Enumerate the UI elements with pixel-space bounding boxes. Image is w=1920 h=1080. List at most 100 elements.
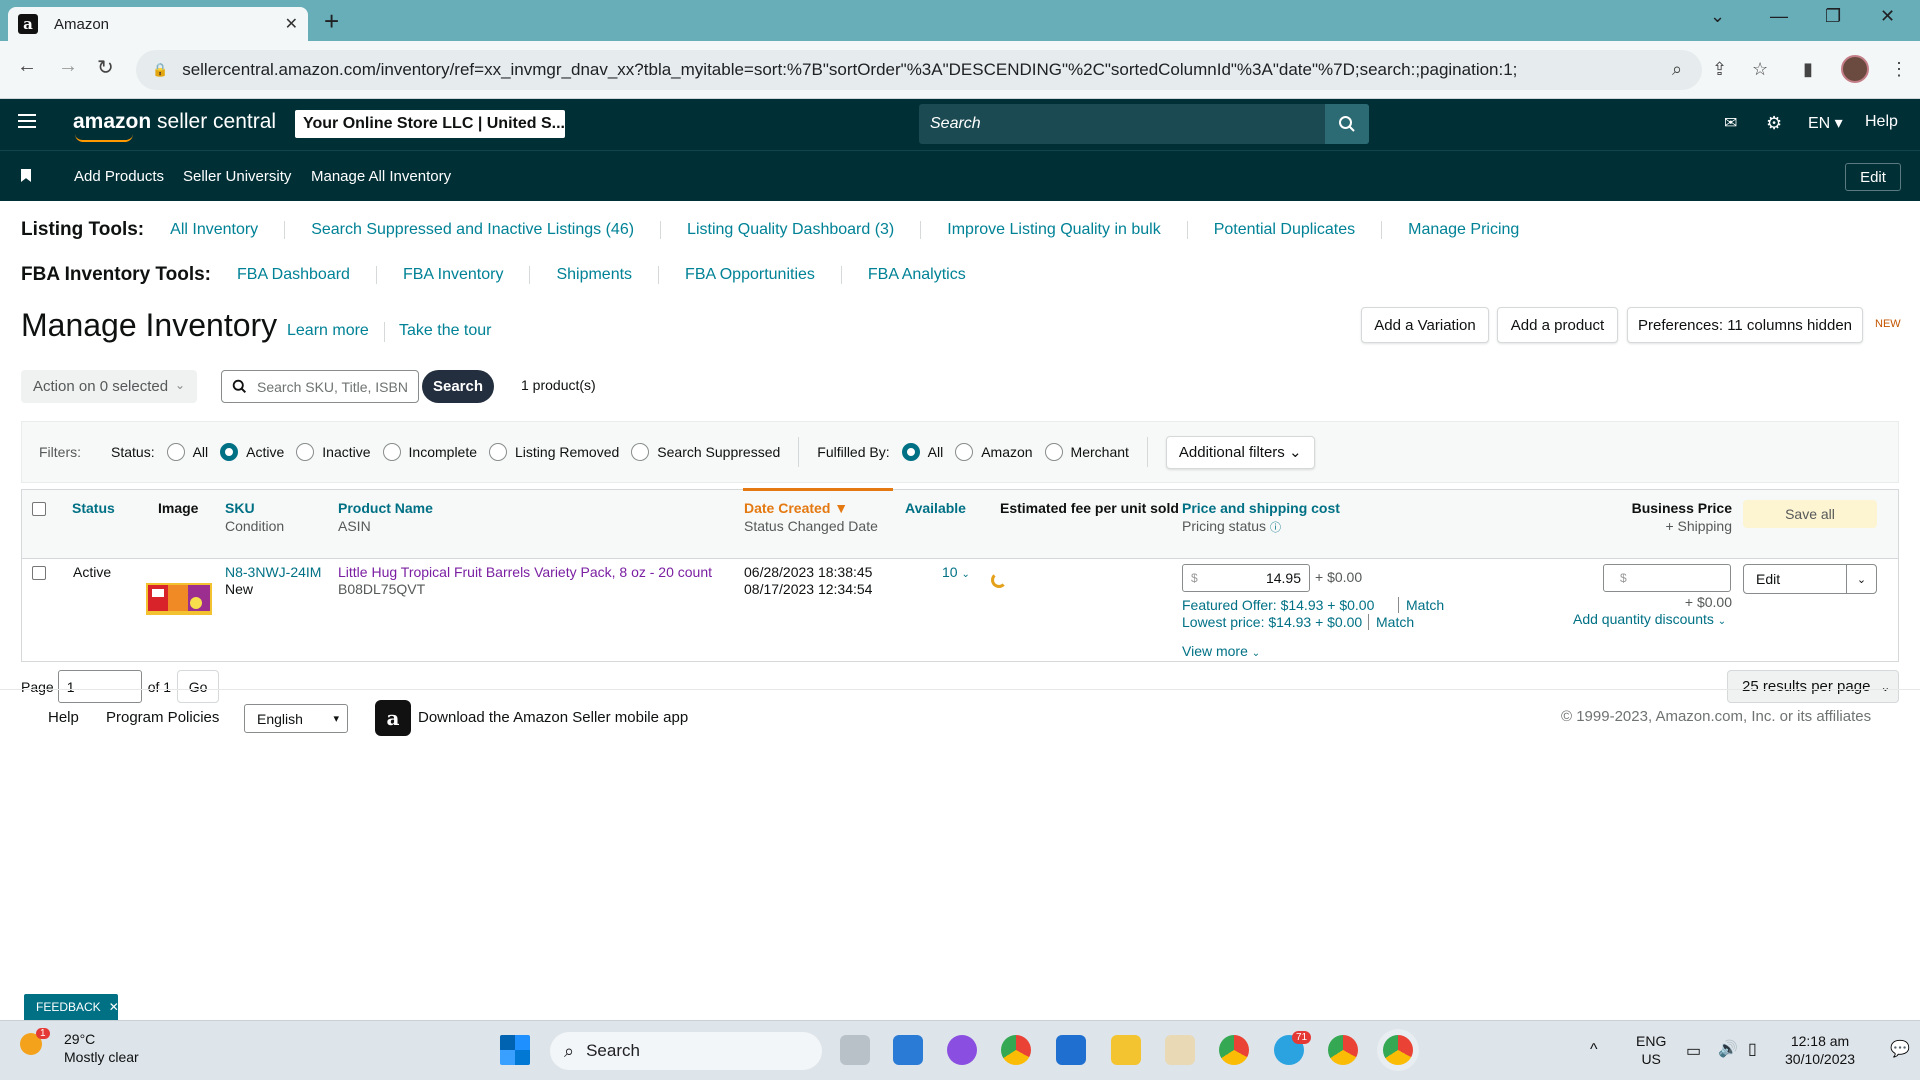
view-more-link[interactable]: View more ⌄ bbox=[1182, 643, 1260, 659]
header-status[interactable]: Status bbox=[72, 500, 115, 516]
app-icon[interactable] bbox=[1165, 1035, 1195, 1065]
link-fba-analytics[interactable]: FBA Analytics bbox=[840, 266, 992, 284]
status-radio-listing-removed[interactable]: Listing Removed bbox=[477, 443, 619, 461]
feedback-button[interactable]: FEEDBACK ✕ bbox=[24, 994, 119, 1020]
tab-search-icon[interactable]: ⌄ bbox=[1710, 6, 1725, 27]
edit-dropdown-chevron-icon[interactable]: ⌄ bbox=[1846, 565, 1876, 593]
status-radio-active[interactable]: Active bbox=[208, 443, 284, 461]
header-price[interactable]: Price and shipping cost Pricing status ⓘ bbox=[1182, 500, 1340, 535]
mail-icon[interactable]: ✉ bbox=[1724, 113, 1737, 133]
edit-button[interactable]: Edit bbox=[1744, 565, 1846, 593]
link-manage-pricing[interactable]: Manage Pricing bbox=[1381, 221, 1545, 239]
file-explorer-icon[interactable] bbox=[1111, 1035, 1141, 1065]
chrome-g-icon[interactable] bbox=[1328, 1035, 1358, 1065]
footer-help-link[interactable]: Help bbox=[48, 709, 79, 726]
bulk-action-select[interactable]: Action on 0 selected ⌄ bbox=[21, 370, 197, 403]
help-link[interactable]: Help bbox=[1865, 113, 1898, 131]
language-selector[interactable]: EN ▾ bbox=[1808, 113, 1843, 133]
minimize-icon[interactable]: — bbox=[1770, 6, 1788, 27]
quantity-discounts-link[interactable]: Add quantity discounts ⌄ bbox=[1573, 611, 1726, 627]
chrome-menu-icon[interactable]: ⋮ bbox=[1890, 59, 1908, 80]
back-icon[interactable]: ← bbox=[17, 55, 37, 78]
status-radio-inactive[interactable]: Inactive bbox=[284, 443, 371, 461]
info-icon[interactable]: ⓘ bbox=[1270, 522, 1281, 534]
battery-icon[interactable]: ▯ bbox=[1748, 1039, 1757, 1059]
link-fba-dashboard[interactable]: FBA Dashboard bbox=[227, 266, 376, 284]
close-icon[interactable]: ✕ bbox=[109, 1000, 119, 1014]
close-tab-icon[interactable]: ✕ bbox=[285, 14, 298, 34]
header-search-button[interactable] bbox=[1325, 104, 1369, 144]
system-clock[interactable]: 12:18 am 30/10/2023 bbox=[1785, 1032, 1855, 1068]
price-input[interactable]: $ 14.95 bbox=[1182, 564, 1310, 592]
hamburger-menu-icon[interactable] bbox=[18, 114, 36, 128]
bookmark-manage-all-inventory[interactable]: Manage All Inventory bbox=[311, 168, 451, 185]
header-date-created[interactable]: Date Created ▼ Status Changed Date bbox=[744, 500, 878, 534]
save-all-button[interactable]: Save all bbox=[1743, 500, 1877, 528]
page-number-input[interactable]: 1 bbox=[57, 670, 142, 703]
preferences-button[interactable]: Preferences: 11 columns hidden bbox=[1627, 307, 1863, 343]
header-product-name[interactable]: Product Name ASIN bbox=[338, 500, 433, 534]
seller-central-logo[interactable]: amazon seller central bbox=[73, 110, 276, 142]
link-potential-duplicates[interactable]: Potential Duplicates bbox=[1186, 221, 1381, 239]
gear-icon[interactable]: ⚙ bbox=[1766, 113, 1782, 134]
search-button[interactable]: Search bbox=[422, 370, 494, 403]
forward-icon[interactable]: → bbox=[58, 55, 78, 78]
network-icon[interactable]: ▭ bbox=[1686, 1041, 1701, 1061]
fulfilled-radio-amazon[interactable]: Amazon bbox=[943, 443, 1033, 461]
zoom-icon[interactable]: ⌕ bbox=[1672, 59, 1682, 80]
results-per-page-select[interactable]: 25 results per page ⌄ bbox=[1727, 670, 1899, 703]
footer-language-select[interactable]: English ▾ bbox=[244, 704, 348, 733]
share-icon[interactable]: ⇪ bbox=[1712, 59, 1727, 80]
bookmark-star-icon[interactable]: ☆ bbox=[1752, 59, 1768, 80]
link-suppressed-listings[interactable]: Search Suppressed and Inactive Listings … bbox=[284, 221, 660, 239]
amazon-app-icon[interactable]: a bbox=[375, 700, 411, 736]
learn-more-link[interactable]: Learn more bbox=[287, 322, 369, 340]
chrome-icon[interactable] bbox=[1001, 1035, 1031, 1065]
taskbar-search[interactable]: ⌕ Search bbox=[550, 1032, 822, 1070]
product-thumbnail[interactable] bbox=[146, 577, 212, 617]
task-view-icon[interactable] bbox=[840, 1035, 870, 1065]
chrome-profile-icon[interactable] bbox=[1219, 1035, 1249, 1065]
sku-search-input[interactable]: Search SKU, Title, ISBN bbox=[221, 370, 419, 403]
link-listing-quality-dashboard[interactable]: Listing Quality Dashboard (3) bbox=[660, 221, 920, 239]
additional-filters-button[interactable]: Additional filters ⌄ bbox=[1165, 435, 1315, 469]
go-button[interactable]: Go bbox=[177, 670, 220, 703]
add-variation-button[interactable]: Add a Variation bbox=[1361, 307, 1489, 343]
fulfilled-radio-all[interactable]: All bbox=[890, 443, 943, 461]
link-shipments[interactable]: Shipments bbox=[529, 266, 658, 284]
side-panel-icon[interactable]: ▮ bbox=[1803, 59, 1813, 80]
status-radio-incomplete[interactable]: Incomplete bbox=[371, 443, 477, 461]
restore-icon[interactable]: ❐ bbox=[1825, 6, 1841, 27]
bookmark-seller-university[interactable]: Seller University bbox=[183, 168, 291, 185]
messenger-icon[interactable] bbox=[947, 1035, 977, 1065]
browser-tab[interactable]: a Amazon ✕ bbox=[8, 7, 308, 41]
bookmark-icon[interactable] bbox=[21, 169, 31, 182]
windows-start-icon[interactable] bbox=[500, 1035, 530, 1065]
row-product-name[interactable]: Little Hug Tropical Fruit Barrels Variet… bbox=[338, 564, 712, 580]
profile-avatar[interactable] bbox=[1841, 55, 1869, 83]
row-available[interactable]: 10 ⌄ bbox=[942, 564, 970, 580]
header-available[interactable]: Available bbox=[905, 500, 966, 516]
featured-offer-match-link[interactable]: Match bbox=[1398, 597, 1444, 613]
input-language[interactable]: ENG US bbox=[1636, 1032, 1666, 1068]
new-tab-icon[interactable]: + bbox=[324, 6, 339, 37]
fulfilled-radio-merchant[interactable]: Merchant bbox=[1033, 443, 1129, 461]
lowest-price-match-link[interactable]: Match bbox=[1368, 614, 1414, 630]
chrome-active-icon[interactable] bbox=[1383, 1035, 1413, 1065]
edit-bookmarks-button[interactable]: Edit bbox=[1845, 163, 1901, 191]
row-checkbox[interactable] bbox=[32, 566, 46, 580]
business-price-input[interactable]: $ bbox=[1603, 564, 1731, 592]
reload-icon[interactable]: ↻ bbox=[97, 55, 114, 80]
close-window-icon[interactable]: ✕ bbox=[1880, 6, 1895, 27]
volume-icon[interactable]: 🔊 bbox=[1718, 1039, 1738, 1059]
row-sku[interactable]: N8-3NWJ-24IM bbox=[225, 564, 321, 580]
take-tour-link[interactable]: Take the tour bbox=[399, 322, 492, 340]
chevron-up-icon[interactable]: ^ bbox=[1590, 1041, 1598, 1059]
download-app-link[interactable]: Download the Amazon Seller mobile app bbox=[418, 709, 688, 726]
status-radio-all[interactable]: All bbox=[155, 443, 208, 461]
link-fba-opportunities[interactable]: FBA Opportunities bbox=[658, 266, 841, 284]
mail-app-icon[interactable] bbox=[893, 1035, 923, 1065]
link-all-inventory[interactable]: All Inventory bbox=[160, 221, 284, 239]
footer-program-policies-link[interactable]: Program Policies bbox=[106, 709, 219, 726]
header-search[interactable]: Search bbox=[919, 104, 1369, 144]
